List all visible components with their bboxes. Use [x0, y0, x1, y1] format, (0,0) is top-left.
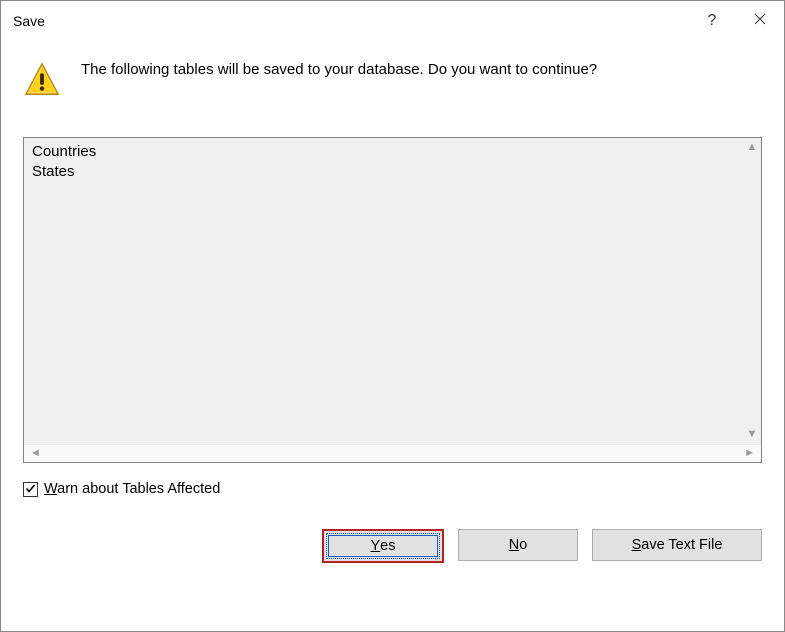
dialog-content: The following tables will be saved to yo… — [1, 41, 784, 631]
message-row: The following tables will be saved to yo… — [23, 59, 762, 99]
list-item[interactable]: Countries — [32, 142, 735, 162]
close-button[interactable] — [736, 1, 784, 41]
dialog-buttons: Yes No Save Text File — [23, 529, 762, 563]
close-icon — [754, 12, 766, 30]
list-item[interactable]: States — [32, 162, 735, 182]
warn-checkbox-row: Warn about Tables Affected — [23, 481, 762, 497]
warn-checkbox-label[interactable]: Warn about Tables Affected — [44, 481, 220, 497]
save-text-file-button[interactable]: Save Text File — [592, 529, 762, 561]
scroll-left-icon: ◄ — [30, 448, 41, 459]
tables-listbox[interactable]: Countries States ▲ ▼ ◄ ► — [23, 137, 762, 463]
listbox-content: Countries States — [24, 138, 743, 444]
check-icon — [25, 483, 36, 496]
window-title: Save — [13, 13, 45, 29]
warn-checkbox[interactable] — [23, 482, 38, 497]
no-button[interactable]: No — [458, 529, 578, 561]
help-icon: ? — [708, 12, 717, 30]
vertical-scrollbar[interactable]: ▲ ▼ — [743, 138, 761, 444]
scroll-down-icon: ▼ — [747, 429, 758, 440]
titlebar: Save ? — [1, 1, 784, 41]
titlebar-controls: ? — [688, 1, 784, 41]
dialog-message: The following tables will be saved to yo… — [81, 59, 597, 78]
help-button[interactable]: ? — [688, 1, 736, 41]
scroll-right-icon: ► — [744, 448, 755, 459]
scroll-up-icon: ▲ — [747, 142, 758, 153]
horizontal-scrollbar[interactable]: ◄ ► — [24, 444, 761, 462]
yes-button-wrap: Yes — [322, 529, 444, 563]
warning-icon — [23, 61, 61, 99]
yes-button[interactable]: Yes — [326, 533, 440, 559]
